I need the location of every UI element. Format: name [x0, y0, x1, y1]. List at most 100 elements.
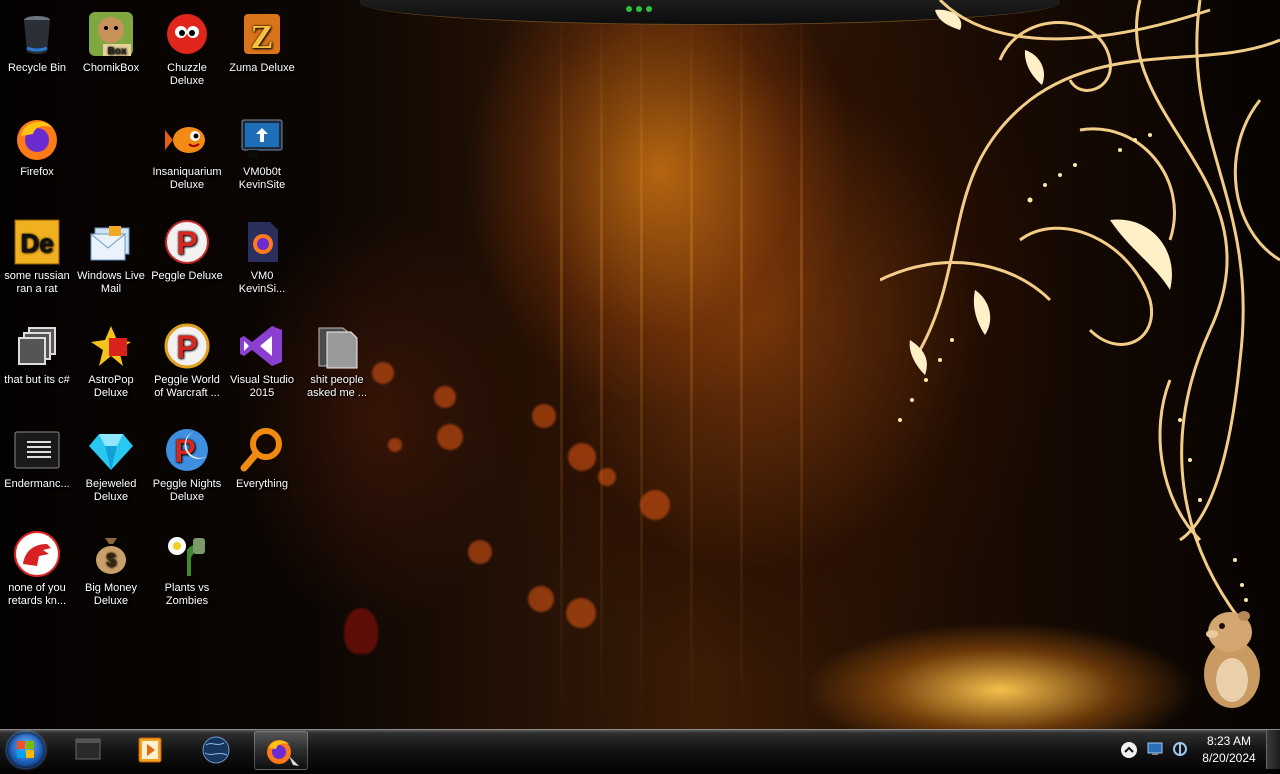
- bejeweled-icon: [87, 426, 135, 474]
- desktop-icon-peggle-deluxe[interactable]: P Peggle Deluxe: [150, 212, 224, 283]
- icon-label: Chuzzle Deluxe: [167, 62, 207, 87]
- show-hidden-icons-icon[interactable]: [1121, 742, 1137, 758]
- desktop-icon-vm0-kevinsite[interactable]: VM0 KevinSi...: [225, 212, 299, 296]
- bokeh-light: [598, 468, 616, 486]
- desktop-icon-chomikbox[interactable]: Box ChomikBox: [74, 4, 148, 75]
- icon-label: Peggle Nights Deluxe: [152, 478, 222, 503]
- money-bag-icon: $: [87, 530, 135, 578]
- desktop-icon-chuzzle-deluxe[interactable]: Chuzzle Deluxe: [150, 4, 224, 88]
- taskbar: [0, 729, 1280, 770]
- bokeh-light: [372, 362, 394, 384]
- windows-start-icon[interactable]: [7, 732, 45, 768]
- folder-icon: [313, 322, 361, 370]
- svg-text:Z: Z: [251, 19, 274, 56]
- icon-label: Everything: [236, 478, 288, 490]
- icon-label: Peggle World of Warcraft ...: [154, 374, 220, 399]
- recycle-bin-icon: [13, 10, 61, 58]
- icon-label: VM0b0t KevinSite: [238, 166, 286, 191]
- firefox-icon: [13, 114, 61, 162]
- desktop-icon-peggle-world-of-warcraft[interactable]: P Peggle World of Warcraft ...: [150, 316, 224, 400]
- light-streak: [640, 0, 643, 729]
- svg-text:P: P: [176, 329, 197, 365]
- desktop-icon-everything[interactable]: Everything: [225, 420, 299, 491]
- light-streak: [740, 0, 743, 729]
- desktop-icon-vm0b0t-kevinsite[interactable]: VM0b0t KevinSite: [225, 108, 299, 192]
- visual-studio-icon: [238, 322, 286, 370]
- window-icon[interactable]: [68, 733, 108, 767]
- icon-label: AstroPop Deluxe: [88, 374, 134, 399]
- taskbar-firefox-button[interactable]: [254, 731, 308, 770]
- astropop-icon: [87, 322, 135, 370]
- bokeh-light: [528, 586, 554, 612]
- console-icon: [13, 426, 61, 474]
- icon-label: Bejeweled Deluxe: [85, 478, 137, 503]
- bokeh-light: [344, 608, 378, 654]
- bokeh-light: [640, 490, 670, 520]
- hamster-decoration: [1204, 611, 1260, 708]
- de-file-icon: De: [13, 218, 61, 266]
- desktop-icon-endermanch[interactable]: Endermanc...: [0, 420, 74, 491]
- peggle-icon: P: [163, 218, 211, 266]
- icon-label: some russian ran a rat: [4, 270, 70, 295]
- icon-label: Endermanc...: [4, 478, 70, 490]
- media-player-icon[interactable]: [130, 733, 170, 767]
- desktop-icon-insaniquarium-deluxe[interactable]: Insaniquarium Deluxe: [150, 108, 224, 192]
- icon-label: Insaniquarium Deluxe: [152, 166, 222, 191]
- svg-text:$: $: [106, 550, 116, 570]
- firefox-icon: [267, 740, 299, 766]
- desktop-icon-shit-people-asked-me[interactable]: shit people asked me ...: [300, 316, 374, 400]
- desktop-icon-windows-live-mail[interactable]: Windows Live Mail: [74, 212, 148, 296]
- svg-text:P: P: [176, 225, 197, 261]
- bokeh-light: [568, 443, 596, 471]
- icon-label: VM0 KevinSi...: [238, 270, 286, 295]
- clock-date[interactable]: 8/20/2024: [1188, 751, 1270, 765]
- svg-text:Box: Box: [108, 46, 127, 57]
- icon-label: Firefox: [20, 166, 54, 178]
- desktop-icon-none-of-you[interactable]: none of you retards kn...: [0, 524, 74, 608]
- vm-monitor-icon: [238, 114, 286, 162]
- desktop-icon-astropop-deluxe[interactable]: AstroPop Deluxe: [74, 316, 148, 400]
- bokeh-light: [468, 540, 492, 564]
- desktop-icon-some-russian-ran-a-rat[interactable]: De some russian ran a rat: [0, 212, 74, 296]
- icon-label: Windows Live Mail: [77, 270, 145, 295]
- icon-label: shit people asked me ...: [307, 374, 367, 399]
- desktop-icon-recycle-bin[interactable]: Recycle Bin: [0, 4, 74, 75]
- desktop-icon-bejeweled-deluxe[interactable]: Bejeweled Deluxe: [74, 420, 148, 504]
- icon-label: Visual Studio 2015: [229, 374, 294, 399]
- bokeh-light: [532, 404, 556, 428]
- light-streak: [690, 0, 693, 729]
- peggle-nights-icon: P: [163, 426, 211, 474]
- desktop-icon-firefox[interactable]: Firefox: [0, 108, 74, 179]
- icon-label: ChomikBox: [82, 62, 140, 74]
- desktop-icon-big-money-deluxe[interactable]: $ Big Money Deluxe: [74, 524, 148, 608]
- svg-text:P: P: [174, 433, 195, 469]
- network-icon[interactable]: [1147, 742, 1163, 756]
- dinosaur-icon: [13, 530, 61, 578]
- windows-live-mail-icon: [87, 218, 135, 266]
- firefox-file-icon: [238, 218, 286, 266]
- bokeh-light: [434, 386, 456, 408]
- icon-label: none of you retards kn...: [7, 582, 67, 607]
- clock-time[interactable]: 8:23 AM: [1188, 734, 1270, 748]
- light-streak: [800, 0, 803, 729]
- everything-search-icon: [238, 426, 286, 474]
- bokeh-light: [566, 598, 596, 628]
- icon-label: Recycle Bin: [7, 62, 67, 74]
- sound-icon[interactable]: [1172, 741, 1188, 757]
- desktop-icon-peggle-nights-deluxe[interactable]: P Peggle Nights Deluxe: [150, 420, 224, 504]
- desktop-icon-that-but-its-csharp[interactable]: that but its c#: [0, 316, 74, 387]
- globe-icon[interactable]: [196, 733, 236, 767]
- icon-label: Zuma Deluxe: [229, 62, 295, 74]
- icon-label: Peggle Deluxe: [151, 270, 223, 282]
- desktop-icon-zuma-deluxe[interactable]: Z Zuma Deluxe: [225, 4, 299, 75]
- icon-label: that but its c#: [4, 374, 70, 386]
- light-streak: [560, 0, 563, 729]
- bokeh-light: [388, 438, 402, 452]
- desktop-icon-visual-studio-2015[interactable]: Visual Studio 2015: [225, 316, 299, 400]
- desktop-icon-plants-vs-zombies[interactable]: Plants vs Zombies: [150, 524, 224, 608]
- icon-label: Big Money Deluxe: [85, 582, 137, 607]
- insaniquarium-icon: [163, 114, 211, 162]
- zuma-icon: Z: [238, 10, 286, 58]
- light-streak: [600, 0, 603, 729]
- chuzzle-icon: [163, 10, 211, 58]
